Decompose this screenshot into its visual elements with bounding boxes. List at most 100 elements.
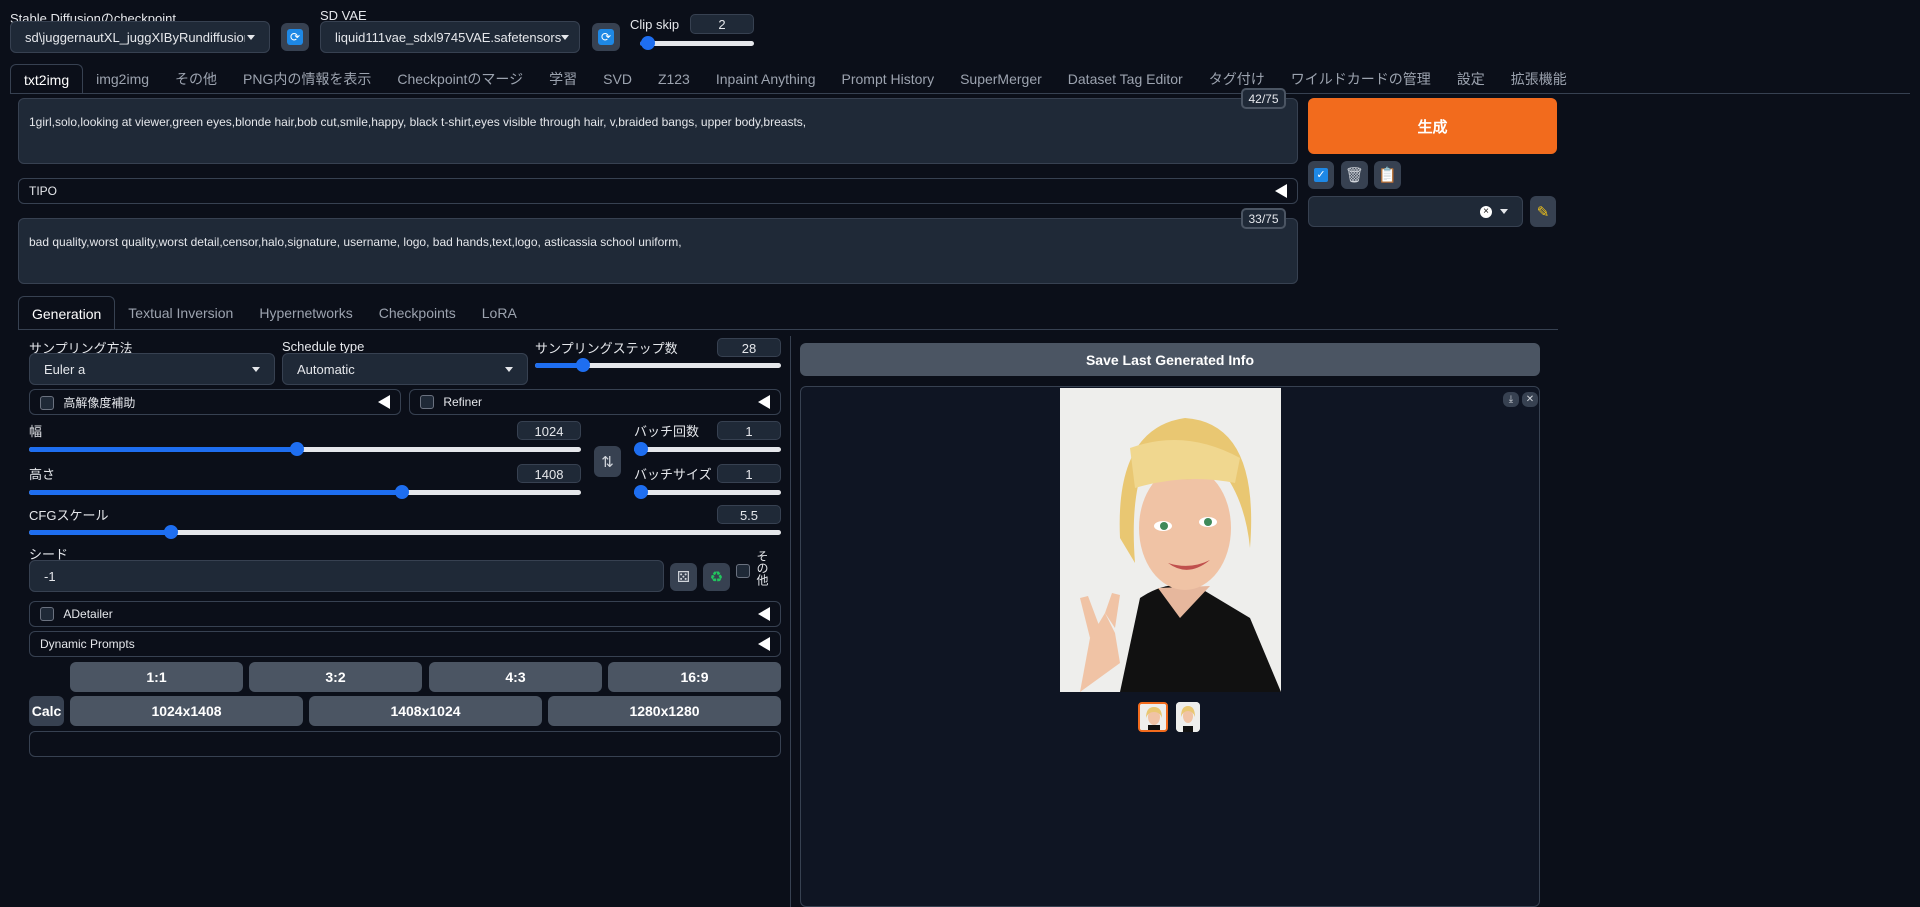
dynamic-prompts-accordion[interactable]: Dynamic Prompts [29, 631, 781, 657]
vae-refresh-button[interactable]: ⟳ [592, 23, 620, 51]
close-preview-button[interactable]: ✕ [1522, 392, 1538, 407]
tab-generation[interactable]: Generation [18, 296, 116, 330]
save-last-generated-info-button[interactable]: Save Last Generated Info [800, 343, 1540, 376]
slider-knob[interactable] [641, 36, 655, 50]
aspect-3-2-button[interactable]: 3:2 [249, 662, 422, 692]
extra-seed-label: その他 [755, 550, 769, 586]
calc-button[interactable]: Calc [29, 696, 64, 726]
clip-skip-slider[interactable] [640, 36, 754, 50]
extra-seed-checkbox[interactable] [736, 562, 750, 578]
batch-size-input[interactable]: 1 [717, 464, 781, 483]
paste-button[interactable]: 📋 [1374, 161, 1401, 189]
size-1024x1408-button[interactable]: 1024x1408 [70, 696, 303, 726]
tipo-accordion[interactable]: TIPO [18, 178, 1298, 204]
checkpoint-refresh-button[interactable]: ⟳ [281, 23, 309, 51]
batch-count-label: バッチ回数 [634, 424, 700, 439]
tab-train[interactable]: 学習 [536, 64, 590, 94]
enable-toggle-button[interactable]: ✓ [1308, 161, 1334, 189]
batch-count-slider[interactable] [634, 442, 781, 456]
tab-dataset-tag-editor[interactable]: Dataset Tag Editor [1055, 64, 1196, 94]
random-seed-button[interactable]: ⚄ [670, 563, 697, 591]
negative-prompt-textarea[interactable]: bad quality,worst quality,worst detail,c… [18, 218, 1298, 284]
height-slider[interactable] [29, 485, 581, 499]
hires-fix-accordion[interactable]: 高解像度補助 [29, 389, 401, 415]
tab-prompt-history[interactable]: Prompt History [829, 64, 948, 94]
tab-hypernetworks[interactable]: Hypernetworks [246, 296, 365, 330]
seed-input[interactable]: -1 [29, 560, 664, 592]
checkpoint-select[interactable]: sd\juggernautXL_juggXIByRundiffusion.saf… [10, 21, 270, 53]
tab-img2img[interactable]: img2img [83, 64, 162, 94]
slider-knob[interactable] [164, 525, 178, 539]
swap-dimensions-button[interactable]: ⇅ [594, 446, 621, 477]
tab-checkpoint-merge[interactable]: Checkpointのマージ [384, 64, 536, 94]
sub-tab-divider [18, 329, 1558, 330]
checkbox-icon[interactable] [736, 563, 750, 578]
generate-button[interactable]: 生成 [1308, 98, 1557, 154]
tab-textual-inversion[interactable]: Textual Inversion [115, 296, 246, 330]
tab-svd[interactable]: SVD [590, 64, 645, 94]
size-1408x1024-button[interactable]: 1408x1024 [309, 696, 542, 726]
slider-knob[interactable] [290, 442, 304, 456]
download-button[interactable]: ⤓ [1503, 392, 1519, 407]
thumbnail-selected[interactable] [1138, 702, 1168, 732]
sampling-steps-slider[interactable] [535, 358, 781, 372]
edit-styles-button[interactable]: ✎ [1530, 196, 1556, 227]
slider-knob[interactable] [634, 442, 648, 456]
clear-icon[interactable]: × [1480, 205, 1492, 218]
thumbnail-grid[interactable] [1176, 702, 1200, 732]
vae-select[interactable]: liquid111vae_sdxl9745VAE.safetensors [320, 21, 580, 53]
style-select[interactable]: × [1308, 196, 1523, 227]
schedule-type-label: Schedule type [282, 339, 365, 354]
tab-lora[interactable]: LoRA [469, 296, 530, 330]
tab-extensions[interactable]: 拡張機能 [1498, 64, 1580, 94]
schedule-type-select[interactable]: Automatic [282, 353, 528, 385]
tab-wildcards[interactable]: ワイルドカードの管理 [1278, 64, 1444, 94]
tab-supermerger[interactable]: SuperMerger [947, 64, 1055, 94]
panel-divider [790, 336, 791, 907]
tab-inpaint-anything[interactable]: Inpaint Anything [703, 64, 829, 94]
adetailer-accordion[interactable]: ADetailer [29, 601, 781, 627]
tab-other[interactable]: その他 [162, 64, 230, 94]
sampling-method-select[interactable]: Euler a [29, 353, 275, 385]
tab-settings[interactable]: 設定 [1444, 64, 1498, 94]
sampling-steps-input[interactable]: 28 [717, 338, 781, 357]
refiner-accordion[interactable]: Refiner [409, 389, 781, 415]
width-slider[interactable] [29, 442, 581, 456]
tab-png-info[interactable]: PNG内の情報を表示 [230, 64, 384, 94]
width-input[interactable]: 1024 [517, 421, 581, 440]
cfg-slider[interactable] [29, 525, 781, 539]
cfg-input[interactable]: 5.5 [717, 505, 781, 524]
refiner-checkbox[interactable] [420, 395, 434, 410]
tipo-label: TIPO [29, 184, 58, 198]
tab-txt2img[interactable]: txt2img [10, 64, 84, 94]
tab-z123[interactable]: Z123 [645, 64, 703, 94]
height-input[interactable]: 1408 [517, 464, 581, 483]
slider-knob[interactable] [634, 485, 648, 499]
clipboard-icon: 📋 [1378, 167, 1397, 184]
chevron-down-icon [505, 366, 513, 372]
hires-fix-checkbox[interactable] [40, 396, 54, 411]
seed-value: -1 [44, 568, 56, 584]
prompt-textarea[interactable]: 1girl,solo,looking at viewer,green eyes,… [18, 98, 1298, 164]
adetailer-label: ADetailer [63, 606, 113, 621]
tab-checkpoints[interactable]: Checkpoints [366, 296, 469, 330]
main-tabs: txt2img img2img その他 PNG内の情報を表示 Checkpoin… [10, 64, 1580, 94]
aspect-1-1-button[interactable]: 1:1 [70, 662, 243, 692]
aspect-16-9-button[interactable]: 16:9 [608, 662, 781, 692]
clear-prompt-button[interactable]: 🗑 [1341, 161, 1368, 189]
size-1280x1280-button[interactable]: 1280x1280 [548, 696, 781, 726]
adetailer-checkbox[interactable] [40, 607, 54, 622]
clip-skip-label: Clip skip [630, 17, 680, 32]
slider-knob[interactable] [576, 358, 590, 372]
next-accordion[interactable] [29, 731, 781, 757]
negative-token-counter: 33/75 [1241, 208, 1286, 229]
checkpoint-value: sd\juggernautXL_juggXIByRundiffusion.saf… [25, 29, 245, 45]
chevron-down-icon [252, 366, 260, 372]
batch-size-slider[interactable] [634, 485, 781, 499]
aspect-4-3-button[interactable]: 4:3 [429, 662, 602, 692]
generated-image[interactable] [1060, 388, 1281, 692]
slider-knob[interactable] [395, 485, 409, 499]
reuse-seed-button[interactable]: ♻ [703, 563, 730, 591]
batch-count-input[interactable]: 1 [717, 421, 781, 440]
clip-skip-input[interactable]: 2 [690, 14, 754, 34]
